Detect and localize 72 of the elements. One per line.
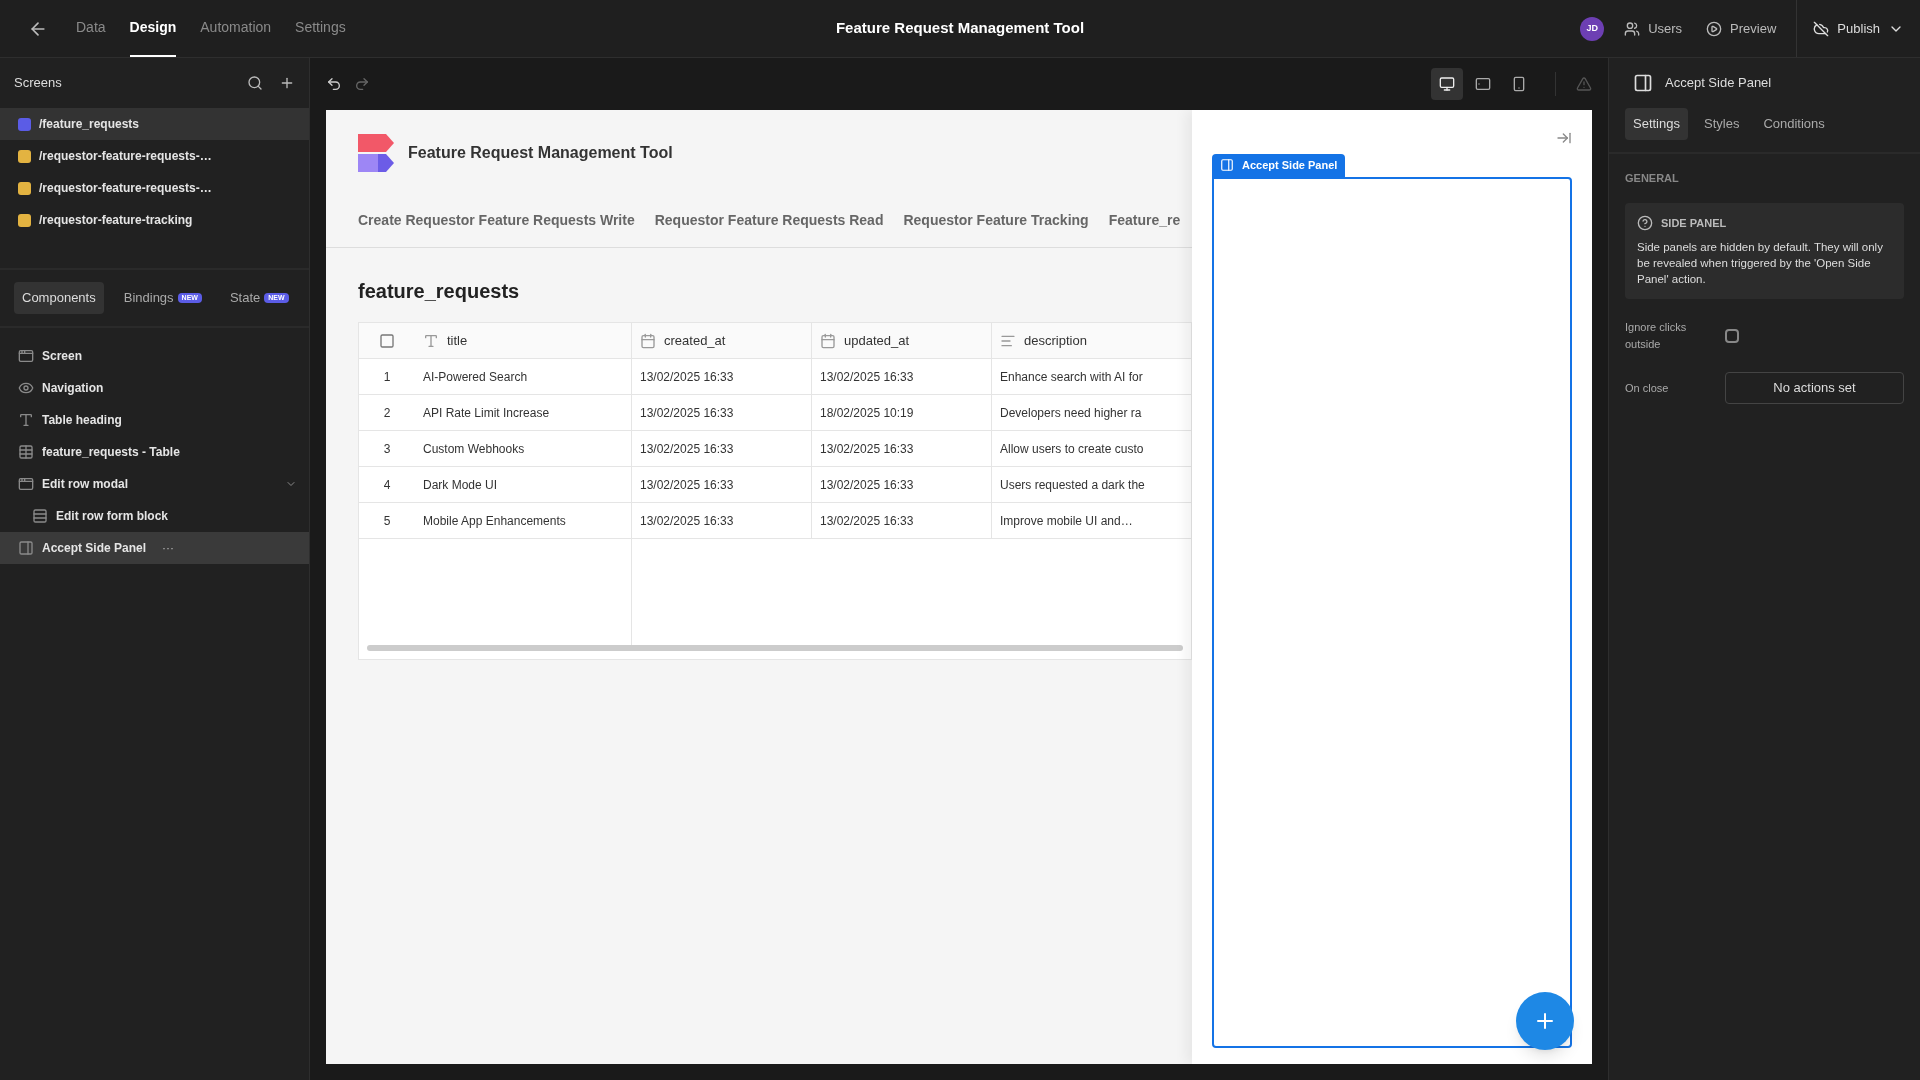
component-tree-item[interactable]: Screen	[0, 340, 309, 372]
info-text: Side panels are hidden by default. They will only be revealed when triggered by the 'Open Side Panel' action.	[1637, 240, 1884, 287]
column-header[interactable]: title	[415, 323, 631, 358]
route-list-item[interactable]: /feature_requests	[0, 108, 309, 140]
nav-link[interactable]: Requestor Feature Tracking	[903, 210, 1089, 231]
component-tree-item[interactable]: Table heading	[0, 404, 309, 436]
table-cell: 13/02/2025 16:33	[631, 359, 811, 394]
component-tree-item[interactable]: Edit row modal	[0, 468, 309, 500]
row-number: 3	[382, 440, 392, 458]
column-header[interactable]: created_at	[631, 323, 811, 358]
table-cell: 13/02/2025 16:33	[631, 503, 811, 538]
table-cell-text: Mobile App Enhancements	[422, 512, 567, 530]
nav-link[interactable]: Requestor Feature Requests Read	[654, 210, 884, 231]
component-tree-item[interactable]: Accept Side Panel ···	[0, 532, 309, 564]
column-label: created_at	[664, 331, 726, 350]
more-menu[interactable]: ···	[162, 539, 175, 557]
nav-link[interactable]: Feature_re	[1108, 210, 1181, 231]
table-cell: 13/02/2025 16:33	[631, 467, 811, 502]
table-cell: Users requested a dark the	[991, 467, 1191, 502]
component-title: Accept Side Panel	[1665, 74, 1772, 93]
actions-button[interactable]: No actions set	[1725, 372, 1904, 404]
table-cell-text: Dark Mode UI	[422, 476, 499, 494]
row-number: 2	[382, 404, 392, 422]
panel-tab[interactable]: Components	[14, 282, 104, 314]
row-number: 1	[382, 368, 392, 386]
table-cell: 13/02/2025 16:33	[631, 395, 811, 430]
component-tree-item[interactable]: Edit row form block	[0, 500, 309, 532]
column-header[interactable]: updated_at	[811, 323, 991, 358]
nav-link[interactable]: Create Requestor Feature Requests Write	[358, 210, 635, 231]
table-cell: Improve mobile UI and…	[991, 503, 1191, 538]
component-tree-item[interactable]: Navigation	[0, 372, 309, 404]
column-label: updated_at	[844, 331, 910, 350]
publish-button[interactable]: Publish	[1797, 18, 1920, 39]
section-heading: GENERAL	[1624, 171, 1680, 186]
table-cell: 13/02/2025 16:33	[811, 359, 991, 394]
table-cell-text: AI-Powered Search	[422, 368, 529, 386]
setting-label: Ignore clicks outside	[1625, 320, 1688, 352]
users-button[interactable]: Users	[1624, 18, 1683, 39]
setting-label: On close	[1625, 380, 1670, 396]
table-cell: Developers need higher ra	[991, 395, 1191, 430]
info-title: SIDE PANEL	[1661, 215, 1727, 231]
column-label: title	[447, 331, 468, 350]
table-cell: 13/02/2025 16:33	[631, 431, 811, 466]
app-title: Feature Request Management Tool	[835, 18, 1085, 39]
app-name: Feature Request Management Tool	[408, 143, 673, 163]
component-tree-item[interactable]: feature_requests - Table	[0, 436, 309, 468]
table-cell-text: API Rate Limit Increase	[422, 404, 551, 422]
settings-tab[interactable]: Settings	[1625, 108, 1688, 140]
user-avatar[interactable]: JD	[1580, 16, 1605, 41]
table-cell: 18/02/2025 10:19	[811, 395, 991, 430]
column-header[interactable]: description	[991, 323, 1191, 358]
table-cell-text: Custom Webhooks	[422, 440, 526, 458]
column-label: description	[1024, 331, 1087, 350]
table-cell: 13/02/2025 16:33	[811, 503, 991, 538]
top-tab[interactable]: Data	[76, 0, 106, 57]
table-cell: Allow users to create custo	[991, 431, 1191, 466]
selection-label: Accept Side Panel	[1212, 154, 1346, 177]
top-tab[interactable]: Automation	[200, 0, 272, 57]
table-cell: 13/02/2025 16:33	[811, 431, 991, 466]
row-number: 4	[382, 476, 392, 494]
preview-button[interactable]: Preview	[1706, 18, 1777, 39]
row-number: 5	[382, 512, 392, 530]
settings-tab[interactable]: Conditions	[1755, 108, 1833, 140]
table-heading: feature_requests	[357, 279, 521, 304]
settings-tab[interactable]: Styles	[1696, 108, 1748, 140]
screens-heading: Screens	[14, 74, 62, 93]
table-cell: Enhance search with AI for	[991, 359, 1191, 394]
top-tab[interactable]: Settings	[295, 0, 346, 57]
route-list-item[interactable]: /requestor-feature-requests-…	[0, 172, 309, 204]
route-list-item[interactable]: /requestor-feature-requests-…	[0, 140, 309, 172]
route-list-item[interactable]: /requestor-feature-tracking	[0, 204, 309, 236]
table-cell: 13/02/2025 16:33	[811, 467, 991, 502]
